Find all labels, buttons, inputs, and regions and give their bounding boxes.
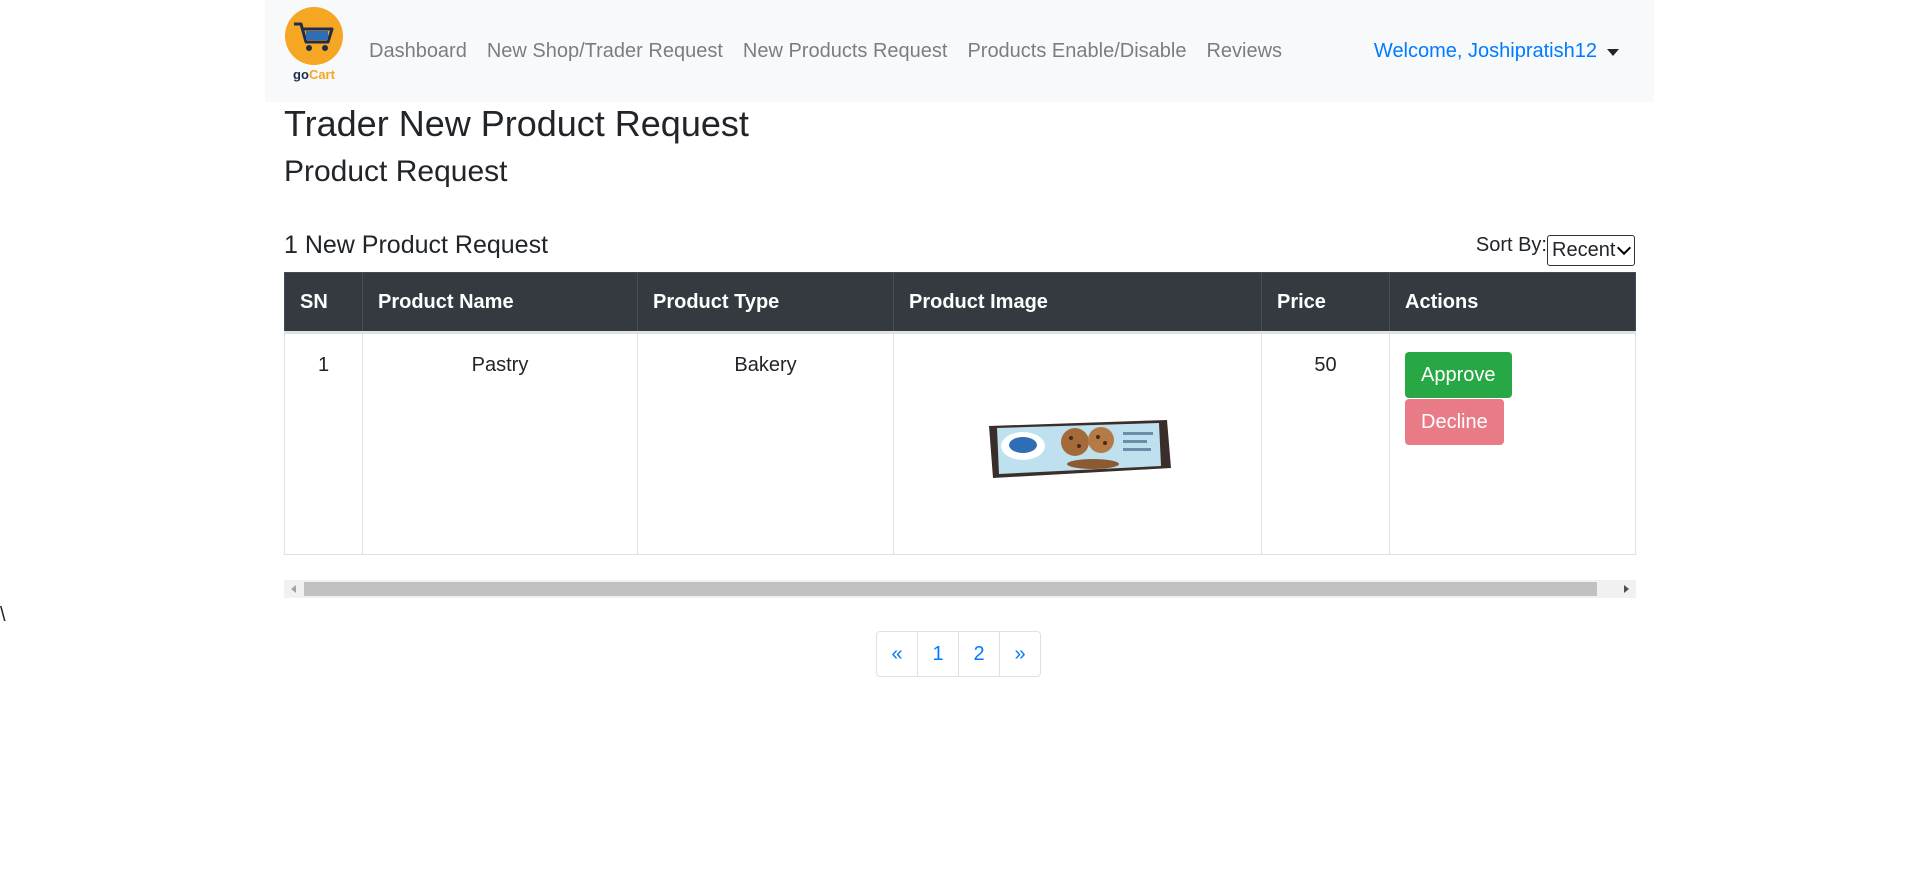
- cart-icon: [285, 7, 343, 65]
- page-title: Trader New Product Request: [284, 103, 749, 144]
- table-header-row: SN Product Name Product Type Product Ima…: [284, 272, 1636, 334]
- scrollbar-thumb[interactable]: [304, 582, 1597, 596]
- logo-wordmark: goCart: [293, 67, 335, 82]
- caret-down-icon: [1607, 48, 1619, 56]
- nav-link-dashboard[interactable]: Dashboard: [369, 40, 477, 63]
- scroll-right-icon[interactable]: [1624, 585, 1629, 593]
- request-count-heading: 1 New Product Request: [284, 231, 549, 259]
- chevron-down-icon: [1616, 240, 1632, 256]
- column-header-product-type: Product Type: [637, 272, 894, 334]
- column-header-sn: SN: [284, 272, 363, 334]
- sort-label: Sort By:: [1475, 234, 1547, 256]
- page-subtitle: Product Request: [284, 155, 508, 188]
- decline-button[interactable]: Decline: [1405, 399, 1504, 445]
- cell-actions: Approve Decline: [1389, 332, 1636, 555]
- nav-link-shop-trader-request[interactable]: New Shop/Trader Request: [477, 40, 733, 63]
- column-header-price: Price: [1261, 272, 1390, 334]
- scroll-left-icon[interactable]: [291, 585, 296, 593]
- cell-product-name: Pastry: [362, 332, 638, 555]
- pagination-next[interactable]: »: [999, 631, 1041, 677]
- navbar: goCart Dashboard New Shop/Trader Request…: [265, 0, 1654, 102]
- user-menu-dropdown[interactable]: Welcome, Joshipratish12: [1374, 40, 1619, 63]
- pagination-page-1[interactable]: 1: [917, 631, 959, 677]
- gocart-logo[interactable]: goCart: [284, 7, 344, 95]
- cell-sn: 1: [284, 332, 363, 555]
- sort-selected-value: Recent: [1552, 239, 1616, 261]
- pagination: « 1 2 »: [876, 631, 1041, 677]
- cell-product-image: [893, 332, 1262, 555]
- horizontal-scrollbar[interactable]: [284, 580, 1636, 598]
- nav-link-products-enable-disable[interactable]: Products Enable/Disable: [957, 40, 1196, 63]
- user-welcome-text: Welcome, Joshipratish12: [1373, 39, 1597, 62]
- column-header-product-image: Product Image: [893, 272, 1262, 334]
- pagination-prev[interactable]: «: [876, 631, 918, 677]
- column-header-actions: Actions: [1389, 272, 1636, 334]
- page-container: goCart Dashboard New Shop/Trader Request…: [265, 0, 1654, 677]
- pagination-page-2[interactable]: 2: [958, 631, 1000, 677]
- nav-links: Dashboard New Shop/Trader Request New Pr…: [369, 40, 1292, 63]
- column-header-product-name: Product Name: [362, 272, 638, 334]
- sort-select[interactable]: Recent: [1547, 235, 1635, 266]
- sort-control: Sort By: Recent: [1476, 234, 1635, 266]
- cell-price: 50: [1261, 332, 1390, 555]
- approve-button[interactable]: Approve: [1405, 352, 1512, 398]
- cell-product-type: Bakery: [637, 332, 894, 555]
- cookie-pack-image: [983, 412, 1173, 482]
- product-request-table: SN Product Name Product Type Product Ima…: [284, 272, 1636, 555]
- stray-backslash: \: [0, 604, 6, 626]
- nav-link-reviews[interactable]: Reviews: [1196, 40, 1292, 63]
- nav-link-products-request[interactable]: New Products Request: [733, 40, 958, 63]
- table-row: 1 Pastry Bakery 50 Approve Decline: [284, 332, 1636, 555]
